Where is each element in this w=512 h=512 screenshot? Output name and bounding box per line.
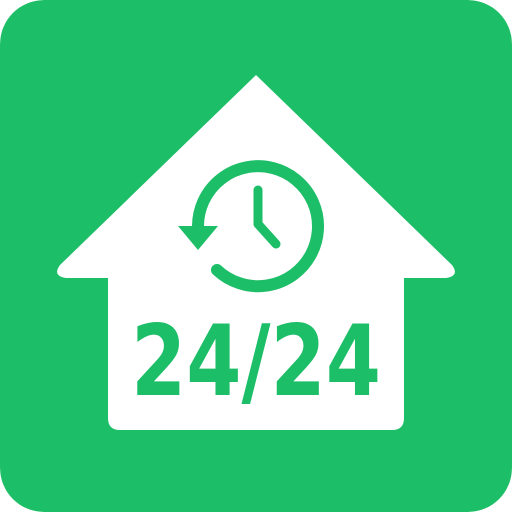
hours-label: 24/24 bbox=[131, 305, 381, 419]
app-icon-graphic: 24/24 bbox=[0, 0, 512, 512]
app-icon: 24/24 bbox=[0, 0, 512, 512]
